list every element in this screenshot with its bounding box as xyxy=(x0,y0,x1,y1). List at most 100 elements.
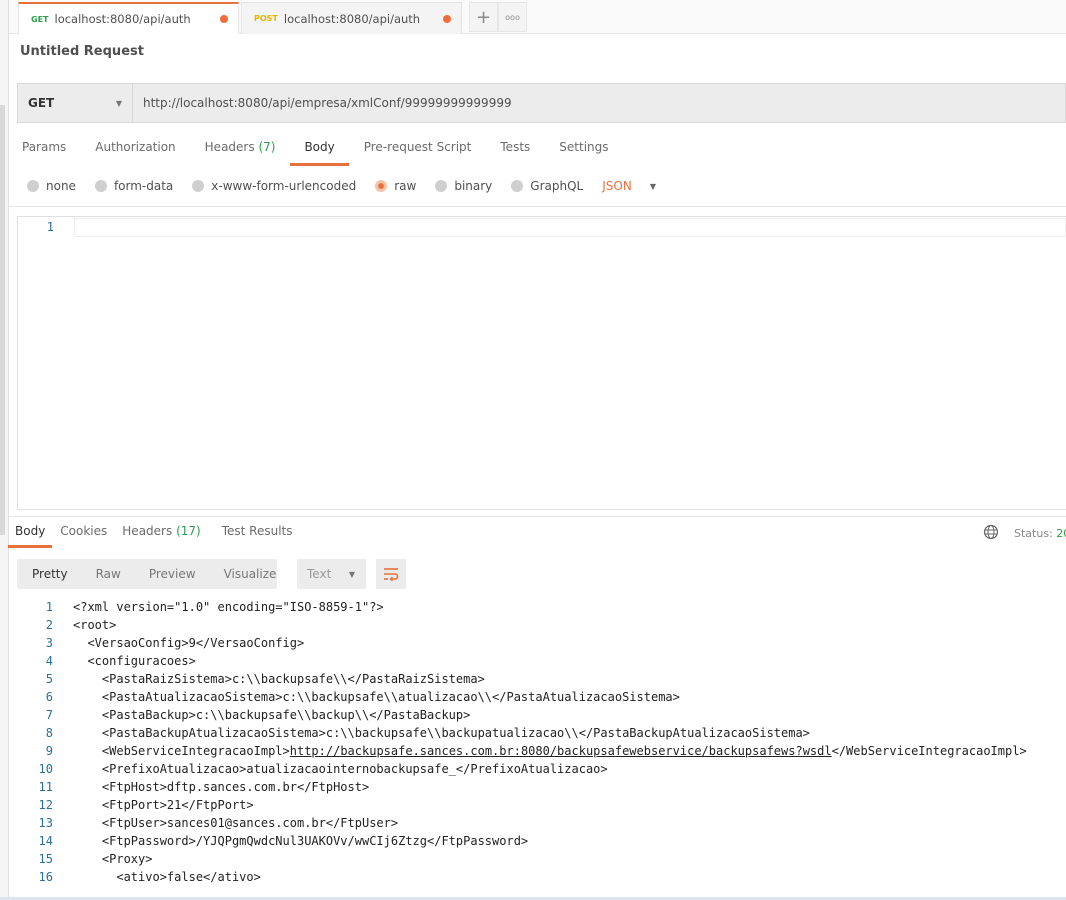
code-line: 5 <PastaRaizSistema>c:\\backupsafe\\</Pa… xyxy=(17,670,1066,688)
wrap-icon xyxy=(384,568,399,581)
radio-label: x-www-form-urlencoded xyxy=(211,179,357,193)
tab-authorization[interactable]: Authorization xyxy=(95,140,175,164)
tab-response-headers[interactable]: Headers (17) xyxy=(122,524,200,546)
code-text: <ativo>false</ativo> xyxy=(73,870,261,884)
request-tab[interactable]: GET localhost:8080/api/auth xyxy=(18,2,239,34)
active-line[interactable] xyxy=(74,218,1066,237)
request-tab[interactable]: POST localhost:8080/api/auth xyxy=(241,2,462,34)
code-line: 4 <configuracoes> xyxy=(17,652,1066,670)
view-raw[interactable]: Raw xyxy=(82,567,135,581)
code-text: </WebServiceIntegracaoImpl> xyxy=(831,744,1027,758)
code-line: 1 <?xml version="1.0" encoding="ISO-8859-… xyxy=(17,598,1066,616)
globe-icon[interactable] xyxy=(983,524,999,540)
radio-x-www-form-urlencoded[interactable]: x-www-form-urlencoded xyxy=(192,179,356,193)
wrap-lines-button[interactable] xyxy=(376,559,406,589)
radio-none[interactable]: none xyxy=(27,179,76,193)
radio-circle-icon xyxy=(435,180,448,192)
divider xyxy=(9,206,1066,207)
view-pretty[interactable]: Pretty xyxy=(18,567,82,581)
code-text: <PastaRaizSistema>c:\\backupsafe\\</Past… xyxy=(73,672,485,686)
code-text: <WebServiceIntegracaoImpl> xyxy=(73,744,290,758)
tab-label: Headers xyxy=(122,524,173,538)
line-number: 1 xyxy=(46,220,54,234)
plus-icon: + xyxy=(475,6,492,28)
radio-label: form-data xyxy=(113,179,174,193)
tab-headers[interactable]: Headers (7) xyxy=(205,140,276,164)
code-text: <Proxy> xyxy=(73,852,153,866)
divider xyxy=(9,516,1066,517)
code-line: 7 <PastaBackup>c:\\backupsafe\\backup\\<… xyxy=(17,706,1066,724)
code-text: <PastaBackupAtualizacaoSistema>c:\\backu… xyxy=(73,726,810,740)
method-badge: GET xyxy=(31,14,49,24)
new-tab-button[interactable]: + xyxy=(469,2,498,32)
code-line: 8 <PastaBackupAtualizacaoSistema>c:\\bac… xyxy=(17,724,1066,742)
view-preview[interactable]: Preview xyxy=(135,567,210,581)
more-tabs-button[interactable]: ooo xyxy=(498,2,527,32)
request-body-editor[interactable]: 1 xyxy=(17,216,1066,510)
tab-body[interactable]: Body xyxy=(290,140,350,166)
tab-test-results[interactable]: Test Results xyxy=(222,524,293,546)
response-status: Status: 20 xyxy=(1014,527,1066,540)
line-number: 9 xyxy=(45,744,53,758)
code-text: <VersaoConfig>9</VersaoConfig> xyxy=(73,636,305,650)
line-number: 7 xyxy=(45,708,53,722)
status-value: 20 xyxy=(1056,527,1066,540)
response-type-select[interactable]: Text ▼ xyxy=(297,559,366,589)
radio-binary[interactable]: binary xyxy=(435,179,492,193)
response-type-value: Text xyxy=(307,567,332,581)
radio-graphql[interactable]: GraphQL xyxy=(511,179,583,193)
line-number: 10 xyxy=(38,762,53,776)
tab-label: localhost:8080/api/auth xyxy=(283,11,421,26)
tab-label: Headers xyxy=(204,140,255,154)
page-title: Untitled Request xyxy=(20,44,144,59)
code-text: <FtpPassword>/YJQPgmQwdcNul3UAKOVv/wwCIj… xyxy=(73,834,529,848)
line-number: 11 xyxy=(38,780,53,794)
code-line: 14 <FtpPassword>/YJQPgmQwdcNul3UAKOVv/ww… xyxy=(17,832,1066,850)
tab-pre-request-script[interactable]: Pre-request Script xyxy=(364,140,472,164)
method-select[interactable]: GET ▼ xyxy=(18,84,133,122)
code-text: <PastaAtualizacaoSistema>c:\\backupsafe\… xyxy=(73,690,680,704)
radio-form-data[interactable]: form-data xyxy=(94,179,174,193)
tab-settings[interactable]: Settings xyxy=(559,140,608,164)
radio-selected-icon xyxy=(375,180,388,192)
code-line: 6 <PastaAtualizacaoSistema>c:\\backupsaf… xyxy=(17,688,1066,706)
tab-tests[interactable]: Tests xyxy=(500,140,530,164)
line-number: 2 xyxy=(45,618,53,632)
url-input[interactable]: http://localhost:8080/api/empresa/xmlCon… xyxy=(133,96,512,110)
radio-label: raw xyxy=(394,179,417,193)
radio-label: GraphQL xyxy=(530,179,584,193)
line-number: 3 xyxy=(45,636,53,650)
sidebar-scrollbar[interactable] xyxy=(0,105,5,535)
more-icon: ooo xyxy=(505,12,520,22)
tab-cookies[interactable]: Cookies xyxy=(60,524,107,546)
code-line: 9 <WebServiceIntegracaoImpl> http://backu… xyxy=(17,742,1066,760)
method-badge: POST xyxy=(254,14,278,23)
code-text: <configuracoes> xyxy=(73,654,196,668)
response-body-viewer[interactable]: 1 <?xml version="1.0" encoding="ISO-8859-… xyxy=(17,598,1066,886)
view-visualize[interactable]: Visualize xyxy=(210,567,291,581)
tab-params[interactable]: Params xyxy=(22,140,66,164)
status-label: Status: xyxy=(1014,527,1053,540)
code-line: 3 <VersaoConfig>9</VersaoConfig> xyxy=(17,634,1066,652)
body-format-select[interactable]: JSON ▼ xyxy=(602,179,656,193)
line-number: 14 xyxy=(38,834,53,848)
code-line: 13 <FtpUser>sances01@sances.com.br</FtpU… xyxy=(17,814,1066,832)
request-tabs: Params Authorization Headers (7) Body Pr… xyxy=(22,140,638,166)
code-line: 12 <FtpPort>21</FtpPort> xyxy=(17,796,1066,814)
radio-raw[interactable]: raw xyxy=(375,179,416,193)
radio-circle-icon xyxy=(27,180,39,192)
code-line: 2 <root> xyxy=(17,616,1066,634)
line-number: 15 xyxy=(38,852,53,866)
response-tabs: Body Cookies Headers (17) Test Results xyxy=(7,524,307,548)
line-number: 6 xyxy=(45,690,53,704)
view-mode-group: Pretty Raw Preview Visualize xyxy=(17,559,277,589)
radio-label: binary xyxy=(454,179,493,193)
unsaved-dot-icon xyxy=(220,15,228,23)
tab-response-body[interactable]: Body xyxy=(7,524,53,548)
url-bar: GET ▼ http://localhost:8080/api/empresa/… xyxy=(17,83,1066,123)
radio-circle-icon xyxy=(192,180,205,192)
radio-circle-icon xyxy=(511,180,524,192)
chevron-down-icon: ▼ xyxy=(115,98,122,108)
code-link[interactable]: http://backupsafe.sances.com.br:8080/bac… xyxy=(290,742,832,760)
code-text: <FtpHost>dftp.sances.com.br</FtpHost> xyxy=(73,780,370,794)
